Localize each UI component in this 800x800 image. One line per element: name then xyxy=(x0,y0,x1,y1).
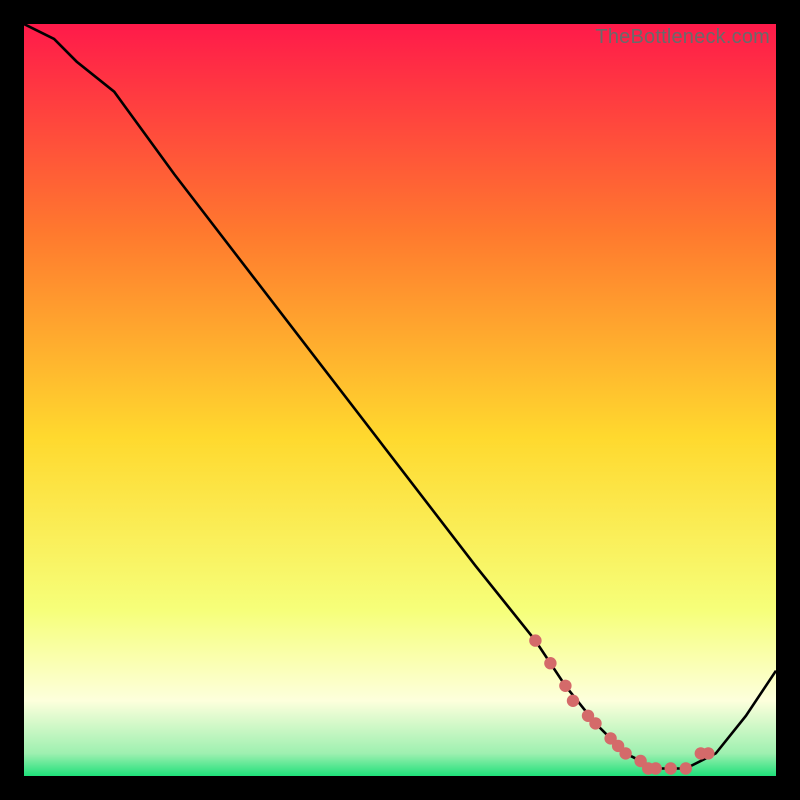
marker-dot xyxy=(589,717,601,729)
chart-frame: TheBottleneck.com xyxy=(24,24,776,776)
marker-dot xyxy=(567,695,579,707)
marker-dot xyxy=(665,762,677,774)
curve-layer xyxy=(24,24,776,776)
marker-dot xyxy=(529,634,541,646)
marker-dot xyxy=(680,762,692,774)
plot-area xyxy=(24,24,776,776)
marker-dot xyxy=(544,657,556,669)
marker-dot xyxy=(702,747,714,759)
bottleneck-curve xyxy=(24,24,776,769)
watermark-text: TheBottleneck.com xyxy=(595,26,770,49)
marker-dot xyxy=(619,747,631,759)
marker-dot xyxy=(559,680,571,692)
optimal-range-markers xyxy=(529,634,714,774)
marker-dot xyxy=(650,762,662,774)
